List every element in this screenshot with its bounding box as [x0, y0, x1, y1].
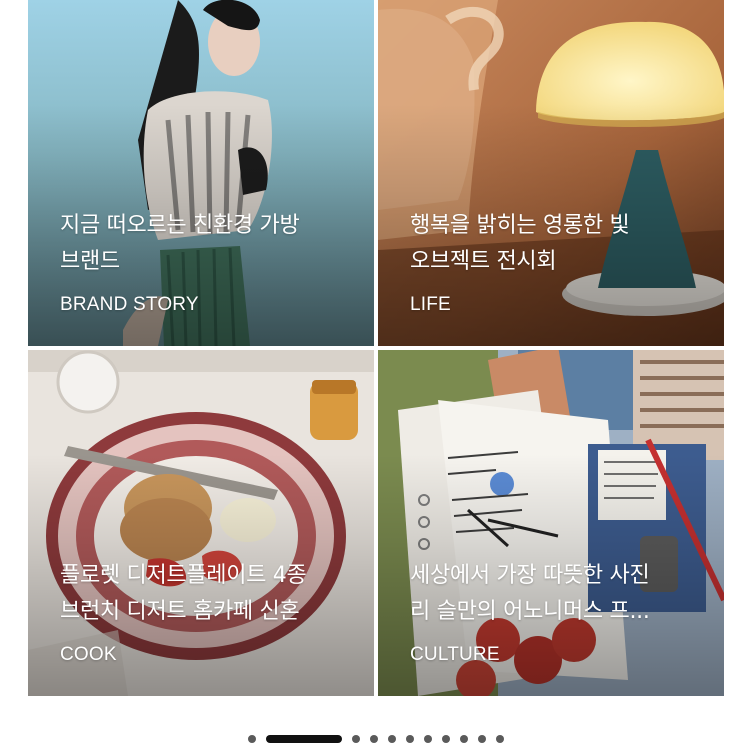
carousel-pagination [0, 734, 752, 744]
pagination-dot[interactable] [352, 735, 360, 743]
pagination-dot[interactable] [388, 735, 396, 743]
magazine-card-cook[interactable]: 플로렛 디저트플레이트 4종 브런치 디저트 홈카페 신혼 COOK [28, 350, 374, 696]
card-title-line-1: 지금 떠오르는 친환경 가방 [60, 213, 300, 238]
card-category: BRAND STORY [60, 294, 199, 315]
card-category: CULTURE [410, 644, 500, 665]
card-category: LIFE [410, 294, 451, 315]
card-title: 지금 떠오르는 친환경 가방 브랜드 [60, 208, 348, 280]
card-title-line-2: 오브젝트 전시회 [410, 249, 557, 274]
pagination-dot[interactable] [460, 735, 468, 743]
magazine-card-life[interactable]: 행복을 밝히는 영롱한 빛 오브젝트 전시회 LIFE [378, 0, 724, 346]
magazine-card-grid: 지금 떠오르는 친환경 가방 브랜드 BRAND STORY 행복을 밝히는 영… [28, 0, 724, 696]
card-title: 세상에서 가장 따뜻한 사진 리 슬만의 어노니머스 프... [410, 558, 698, 630]
card-title-line-2: 브랜드 [60, 249, 120, 274]
pagination-dot-active[interactable] [266, 735, 342, 743]
card-title-line-1: 세상에서 가장 따뜻한 사진 [410, 563, 650, 588]
magazine-card-brand-story[interactable]: 지금 떠오르는 친환경 가방 브랜드 BRAND STORY [28, 0, 374, 346]
card-title: 행복을 밝히는 영롱한 빛 오브젝트 전시회 [410, 208, 698, 280]
card-title-line-1: 행복을 밝히는 영롱한 빛 [410, 213, 630, 238]
card-title-line-2: 리 슬만의 어노니머스 프... [410, 599, 650, 624]
card-title-line-1: 플로렛 디저트플레이트 4종 [60, 563, 307, 588]
pagination-dot[interactable] [370, 735, 378, 743]
magazine-card-culture[interactable]: 세상에서 가장 따뜻한 사진 리 슬만의 어노니머스 프... CULTURE [378, 350, 724, 696]
pagination-dot[interactable] [424, 735, 432, 743]
pagination-dot[interactable] [478, 735, 486, 743]
pagination-dot[interactable] [248, 735, 256, 743]
card-title-line-2: 브런치 디저트 홈카페 신혼 [60, 599, 300, 624]
card-title: 플로렛 디저트플레이트 4종 브런치 디저트 홈카페 신혼 [60, 558, 348, 630]
card-category: COOK [60, 644, 117, 665]
pagination-dot[interactable] [496, 735, 504, 743]
pagination-dot[interactable] [442, 735, 450, 743]
pagination-dot[interactable] [406, 735, 414, 743]
